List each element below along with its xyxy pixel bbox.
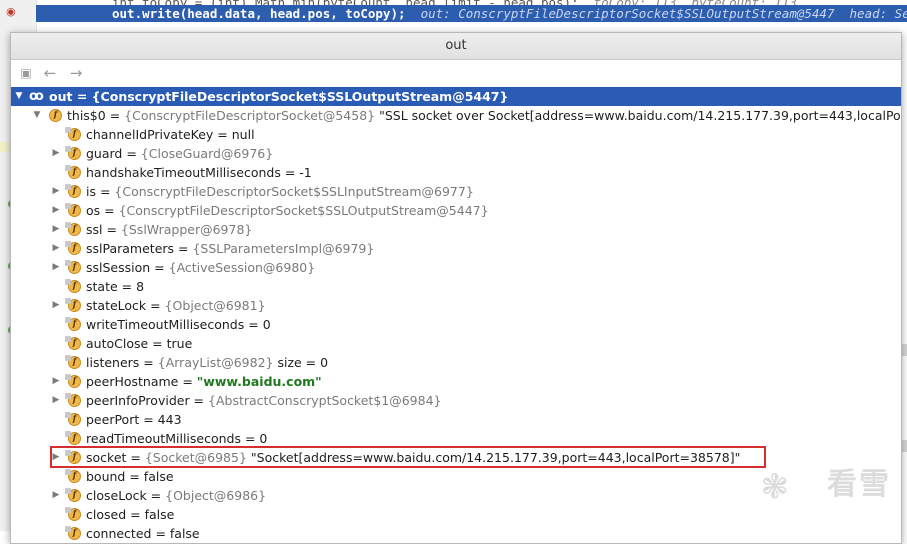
variable-label: listeners = {ArrayList@6982} size = 0 xyxy=(86,355,329,370)
tree-row-peerPort[interactable]: f peerPort = 443 xyxy=(11,410,901,429)
popup-toolbar: ▣ ← → xyxy=(11,60,901,86)
current-execution-line: out.write(head.data, head.pos, toCopy); … xyxy=(36,5,907,22)
tree-row-peerInfoProvider[interactable]: ▶ f peerInfoProvider = {AbstractConscryp… xyxy=(11,391,901,410)
field-icon: f xyxy=(49,109,62,122)
variable-label: ssl = {SslWrapper@6978} xyxy=(86,222,253,237)
tree-row-connected[interactable]: f connected = false xyxy=(11,524,901,543)
field-icon: f xyxy=(65,507,81,521)
watermark-logo-icon: ❃ xyxy=(760,467,790,507)
tree-row-listeners[interactable]: f listeners = {ArrayList@6982} size = 0 xyxy=(11,353,901,372)
variable-label: this$0 = {ConscryptFileDescriptorSocket@… xyxy=(67,108,901,123)
watch-glasses-icon: oo xyxy=(29,89,44,104)
tree-row-handshakeTimeoutMilliseconds[interactable]: f handshakeTimeoutMilliseconds = -1 xyxy=(11,163,901,182)
variable-label: sslSession = {ActiveSession@6980} xyxy=(86,260,316,275)
expand-arrow-icon[interactable]: ▶ xyxy=(50,391,62,410)
field-icon: f xyxy=(65,222,81,236)
tree-row-is[interactable]: ▶ f is = {ConscryptFileDescriptorSocket$… xyxy=(11,182,901,201)
field-icon: f xyxy=(65,165,81,179)
tree-row-channelIdPrivateKey[interactable]: f channelIdPrivateKey = null xyxy=(11,125,901,144)
tree-row-os[interactable]: ▶ f os = {ConscryptFileDescriptorSocket$… xyxy=(11,201,901,220)
expand-arrow-icon[interactable]: ▶ xyxy=(50,144,62,163)
field-icon: f xyxy=(65,241,81,255)
field-icon: f xyxy=(65,393,81,407)
expand-arrow-icon[interactable]: ▶ xyxy=(50,220,62,239)
variable-label: peerPort = 443 xyxy=(86,412,182,427)
collapse-arrow-icon[interactable]: ▼ xyxy=(13,87,25,106)
expand-arrow-icon[interactable]: ▶ xyxy=(50,182,62,201)
tree-row-sslSession[interactable]: ▶ f sslSession = {ActiveSession@6980} xyxy=(11,258,901,277)
inline-debug-value: out: ConscryptFileDescriptorSocket$SSLOu… xyxy=(420,6,907,21)
variable-label: closed = false xyxy=(86,507,175,522)
tree-row-ssl[interactable]: ▶ f ssl = {SslWrapper@6978} xyxy=(11,220,901,239)
field-icon: f xyxy=(65,260,81,274)
field-icon: f xyxy=(65,336,81,350)
variable-label: peerHostname = "www.baidu.com" xyxy=(86,374,322,389)
tree-row-peerHostname[interactable]: ▶ f peerHostname = "www.baidu.com" xyxy=(11,372,901,391)
field-icon: f xyxy=(65,431,81,445)
tree-row-writeTimeoutMilliseconds[interactable]: f writeTimeoutMilliseconds = 0 xyxy=(11,315,901,334)
variable-label: bound = false xyxy=(86,469,174,484)
variable-label: os = {ConscryptFileDescriptorSocket$SSLO… xyxy=(86,203,489,218)
variable-label: stateLock = {Object@6981} xyxy=(86,298,266,313)
tree-row-this0[interactable]: ▼ f this$0 = {ConscryptFileDescriptorSoc… xyxy=(11,106,901,125)
expand-arrow-icon[interactable]: ▶ xyxy=(50,296,62,315)
code-text: out.write(head.data, head.pos, toCopy); xyxy=(112,6,406,21)
tree-row-guard[interactable]: ▶ f guard = {CloseGuard@6976} xyxy=(11,144,901,163)
breakpoint-icon[interactable]: ◉ xyxy=(6,5,16,18)
expand-arrow-icon[interactable]: ▶ xyxy=(50,258,62,277)
variable-label: connected = false xyxy=(86,526,200,541)
tree-row-state[interactable]: f state = 8 xyxy=(11,277,901,296)
variable-label: is = {ConscryptFileDescriptorSocket$SSLI… xyxy=(86,184,474,199)
field-icon: f xyxy=(65,412,81,426)
field-icon: f xyxy=(65,317,81,331)
variable-label: sslParameters = {SSLParametersImpl@6979} xyxy=(86,241,375,256)
tree-row-autoClose[interactable]: f autoClose = true xyxy=(11,334,901,353)
expand-arrow-icon[interactable]: ▶ xyxy=(50,239,62,258)
variable-label: out = {ConscryptFileDescriptorSocket$SSL… xyxy=(49,89,509,104)
field-icon: f xyxy=(65,127,81,141)
field-icon: f xyxy=(65,184,81,198)
watermark-text: 看雪 xyxy=(827,467,891,502)
variable-label: guard = {CloseGuard@6976} xyxy=(86,146,274,161)
tree-row-sslParameters[interactable]: ▶ f sslParameters = {SSLParametersImpl@6… xyxy=(11,239,901,258)
expand-arrow-icon[interactable]: ▶ xyxy=(50,372,62,391)
expand-arrow-icon[interactable]: ▶ xyxy=(50,486,62,505)
collapse-arrow-icon[interactable]: ▼ xyxy=(31,106,43,125)
field-icon: f xyxy=(65,374,81,388)
field-icon: f xyxy=(65,355,81,369)
tree-row-stateLock[interactable]: ▶ f stateLock = {Object@6981} xyxy=(11,296,901,315)
variable-label: handshakeTimeoutMilliseconds = -1 xyxy=(86,165,312,180)
field-icon: f xyxy=(65,488,81,502)
variable-label: channelIdPrivateKey = null xyxy=(86,127,255,142)
popup-titlebar[interactable]: out xyxy=(11,33,901,60)
back-arrow-icon[interactable]: ← xyxy=(41,64,59,82)
variable-label: writeTimeoutMilliseconds = 0 xyxy=(86,317,271,332)
expand-arrow-icon[interactable]: ▶ xyxy=(50,201,62,220)
tree-row-closed[interactable]: f closed = false xyxy=(11,505,901,524)
highlight-box xyxy=(50,446,766,468)
field-icon: f xyxy=(65,203,81,217)
field-icon: f xyxy=(65,526,81,540)
variable-label: state = 8 xyxy=(86,279,145,294)
forward-arrow-icon[interactable]: → xyxy=(67,64,85,82)
field-icon: f xyxy=(65,298,81,312)
field-icon: f xyxy=(65,279,81,293)
line-highlight xyxy=(0,142,10,152)
variable-label: autoClose = true xyxy=(86,336,193,351)
field-icon: f xyxy=(65,146,81,160)
variable-label: peerInfoProvider = {AbstractConscryptSoc… xyxy=(86,393,442,408)
layout-icon[interactable]: ▣ xyxy=(17,64,35,82)
tree-row-out[interactable]: ▼ oo out = {ConscryptFileDescriptorSocke… xyxy=(11,87,901,106)
variable-label: closeLock = {Object@6986} xyxy=(86,488,267,503)
popup-title: out xyxy=(445,38,467,53)
field-icon: f xyxy=(65,469,81,483)
